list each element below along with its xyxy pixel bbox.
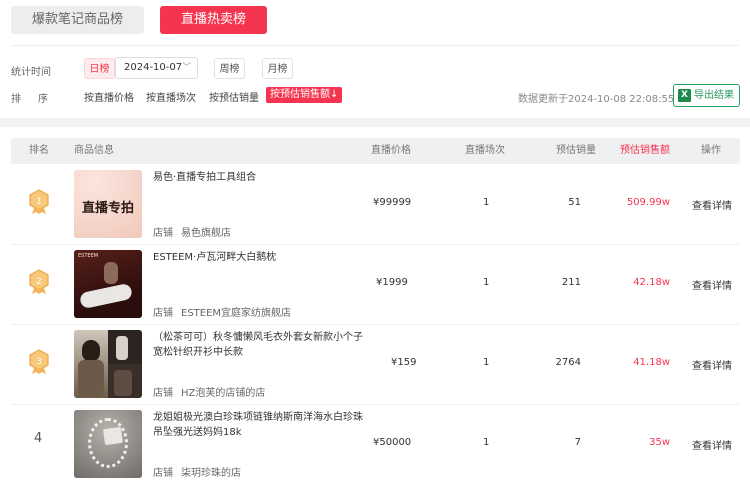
product-thumbnail[interactable] (74, 410, 142, 478)
date-value: 2024-10-07 (124, 62, 183, 73)
est-amount: 509.99w (626, 197, 670, 208)
sort-by-amount-active[interactable]: 按预估销售额↓ (266, 87, 343, 103)
view-detail-link[interactable]: 查看详情 (692, 437, 732, 452)
live-price: ¥99999 (373, 197, 412, 208)
shop-info: 店铺 HZ泡芙的店铺的店 (153, 384, 265, 399)
sort-by-sales[interactable]: 按预估销量 (209, 89, 259, 104)
product-thumbnail[interactable]: 直播专拍 (74, 170, 142, 238)
section-gap (0, 118, 750, 127)
shop-prefix: 店铺 (153, 468, 173, 479)
medal-icon: 3 (29, 349, 49, 374)
table-row: 2 ESTEEM ESTEEM·卢瓦河畔大白鹅枕 店铺 ESTEEM宜庭家纺旗舰店… (11, 245, 740, 325)
top-tabs: 爆款笔记商品榜 直播热卖榜 (11, 6, 267, 34)
est-sales: 211 (561, 277, 581, 288)
date-picker[interactable]: 2024-10-07 ﹀ (115, 57, 198, 79)
view-detail-link[interactable]: 查看详情 (692, 197, 732, 212)
view-detail-link[interactable]: 查看详情 (692, 357, 732, 372)
export-label: 导出结果 (694, 90, 734, 101)
product-thumbnail[interactable] (74, 330, 142, 398)
medal-icon: 1 (29, 189, 49, 214)
est-amount: 35w (649, 437, 670, 448)
th-rank: 排名 (29, 145, 49, 156)
th-price: 直播价格 (371, 145, 411, 156)
stat-time-label: 统计时间 (11, 67, 51, 78)
export-button[interactable]: X 导出结果 (673, 84, 740, 107)
product-name[interactable]: （松茶可可）秋冬慵懒风毛衣外套女新款小个子宽松针织开衫中长款 (153, 330, 363, 360)
sort-label: 排序 (11, 94, 65, 105)
th-action: 操作 (701, 145, 721, 156)
live-sessions: 1 (483, 357, 490, 368)
medal-rank: 1 (36, 197, 42, 207)
shop-prefix: 店铺 (153, 308, 173, 319)
live-price: ¥1999 (376, 277, 408, 288)
thumbnail-text: 直播专拍 (81, 201, 134, 216)
sort-by-price[interactable]: 按直播价格 (84, 89, 134, 104)
medal-rank: 3 (36, 357, 42, 367)
shop-info: 店铺 柒玥珍珠的店 (153, 464, 241, 479)
table-row: 3 （松茶可可）秋冬慵懒风毛衣外套女新款小个子宽松针织开衫中长款 店铺 HZ泡芙的… (11, 325, 740, 405)
tab-live-hot[interactable]: 直播热卖榜 (160, 6, 267, 34)
live-price: ¥159 (391, 357, 417, 368)
shop-prefix: 店铺 (153, 228, 173, 239)
month-rank-button[interactable]: 月榜 (262, 58, 293, 79)
live-sessions: 1 (483, 437, 490, 448)
th-sessions: 直播场次 (465, 145, 505, 156)
medal-rank: 2 (36, 277, 42, 287)
product-name[interactable]: 易色·直播专拍工具组合 (153, 170, 363, 185)
day-rank-button[interactable]: 日榜 (84, 58, 115, 79)
est-amount: 42.18w (633, 277, 670, 288)
th-product: 商品信息 (74, 145, 114, 156)
th-sales: 预估销量 (556, 145, 596, 156)
th-amount[interactable]: 预估销售额 (620, 138, 670, 164)
product-thumbnail[interactable]: ESTEEM (74, 250, 142, 318)
rank-number: 4 (34, 431, 43, 446)
sort-by-sessions[interactable]: 按直播场次 (146, 89, 196, 104)
live-price: ¥50000 (373, 437, 412, 448)
shop-name[interactable]: 柒玥珍珠的店 (181, 468, 241, 479)
tab-hot-notes[interactable]: 爆款笔记商品榜 (11, 6, 144, 34)
live-sessions: 1 (483, 197, 490, 208)
table-header: 排名 商品信息 直播价格 直播场次 预估销量 预估销售额 操作 (11, 138, 740, 164)
chevron-down-icon: ﹀ (181, 63, 191, 73)
est-sales: 2764 (555, 357, 581, 368)
shop-name[interactable]: 易色旗舰店 (181, 228, 231, 239)
thumbnail-text: ESTEEM (78, 253, 99, 259)
shop-name[interactable]: HZ泡芙的店铺的店 (181, 388, 265, 399)
shop-name[interactable]: ESTEEM宜庭家纺旗舰店 (181, 308, 291, 319)
shop-info: 店铺 易色旗舰店 (153, 224, 231, 239)
est-sales: 7 (574, 437, 581, 448)
table-row: 4 龙姐姐极光澳白珍珠项链锥纳斯南洋海水白珍珠吊坠强光送妈妈18k 店铺 柒玥珍珠… (11, 405, 740, 483)
week-rank-button[interactable]: 周榜 (214, 58, 245, 79)
est-sales: 51 (568, 197, 581, 208)
medal-icon: 2 (29, 269, 49, 294)
shop-prefix: 店铺 (153, 388, 173, 399)
view-detail-link[interactable]: 查看详情 (692, 277, 732, 292)
live-sessions: 1 (483, 277, 490, 288)
tabs-divider (11, 45, 739, 46)
shop-info: 店铺 ESTEEM宜庭家纺旗舰店 (153, 304, 291, 319)
product-name[interactable]: ESTEEM·卢瓦河畔大白鹅枕 (153, 250, 363, 265)
update-time: 数据更新于2024-10-08 22:08:55 (518, 94, 675, 105)
product-name[interactable]: 龙姐姐极光澳白珍珠项链锥纳斯南洋海水白珍珠吊坠强光送妈妈18k (153, 410, 363, 440)
table-row: 1 直播专拍 易色·直播专拍工具组合 店铺 易色旗舰店 ¥99999 1 51 5… (11, 165, 740, 245)
excel-icon: X (678, 89, 691, 102)
est-amount: 41.18w (633, 357, 670, 368)
